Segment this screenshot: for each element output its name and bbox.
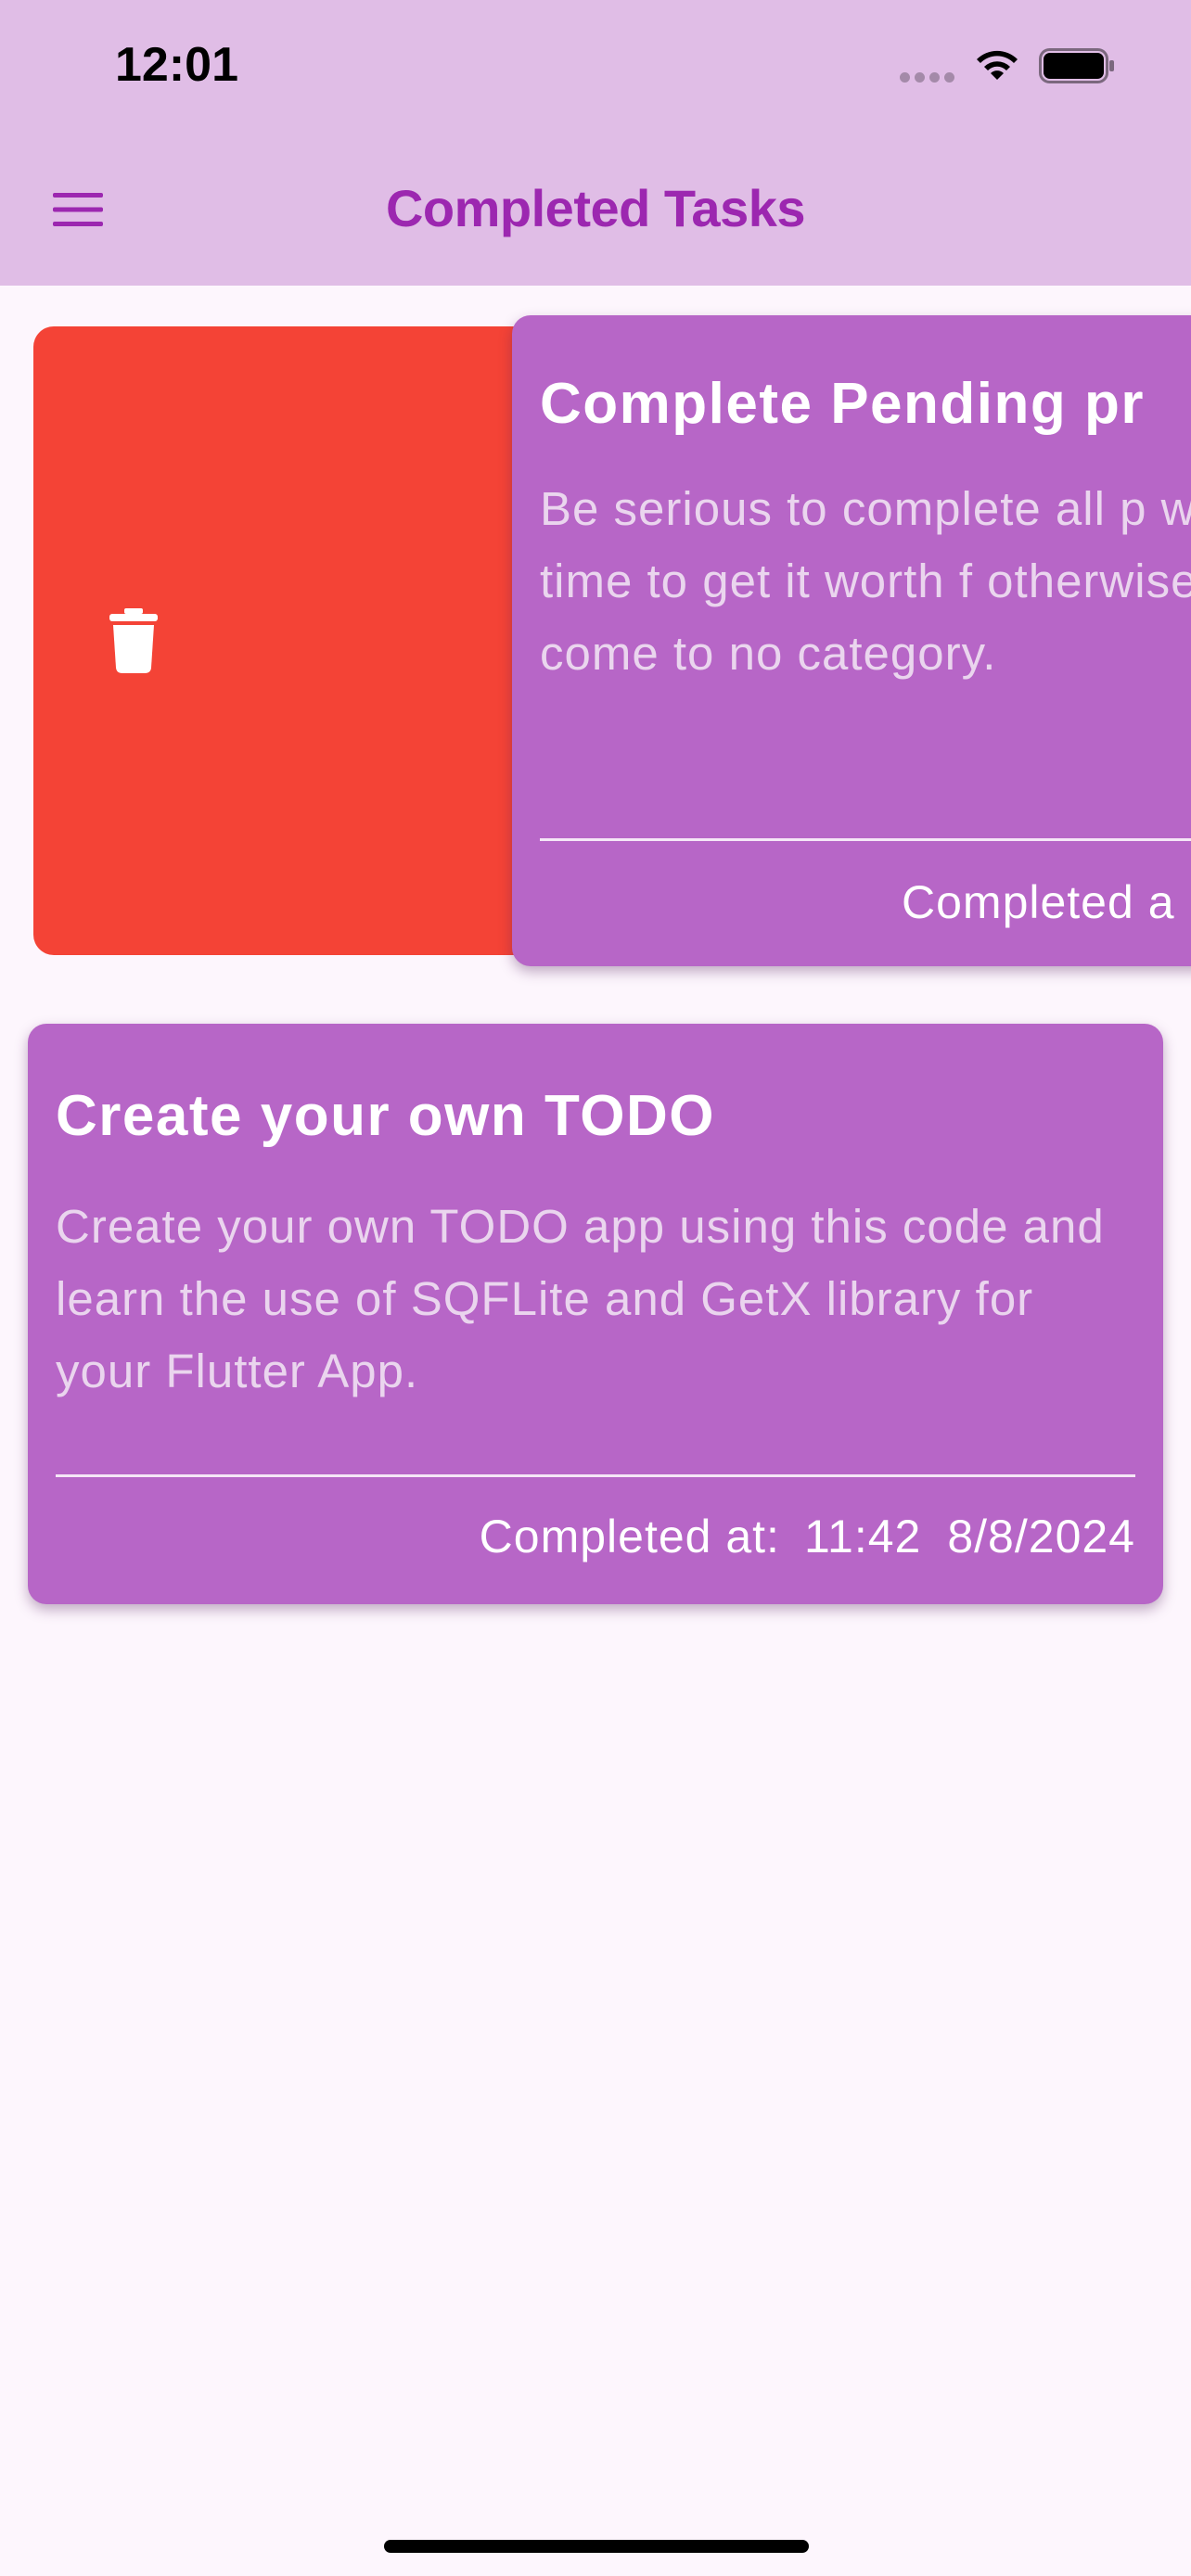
completed-date: 8/8/2024 (947, 1511, 1135, 1562)
task-title: Create your own TODO (56, 1084, 715, 1148)
completed-at-label: Completed at: (479, 1511, 780, 1562)
card-divider (540, 838, 1191, 841)
task-description: Be serious to complete all p within time… (540, 482, 1191, 680)
status-bar: 12:01 (0, 0, 1191, 139)
task-title: Complete Pending pr (540, 372, 1145, 436)
task-description: Create your own TODO app using this code… (56, 1200, 1105, 1397)
card-divider (56, 1474, 1135, 1477)
task-card[interactable]: Complete Pending pr Be serious to comple… (512, 315, 1191, 966)
wifi-icon (977, 50, 1018, 80)
home-indicator[interactable] (384, 2540, 809, 2553)
status-time: 12:01 (115, 38, 238, 92)
battery-icon (1039, 48, 1114, 83)
completed-at-row: Completed at: 11:42 8/8/2024 (480, 1510, 1135, 1563)
page-title: Completed Tasks (385, 179, 806, 237)
task-card[interactable]: Create your own TODO Create your own TOD… (28, 1024, 1163, 1604)
trash-icon[interactable] (108, 608, 160, 673)
completed-time: 11:42 (803, 1511, 922, 1562)
cellular-signal-icon (900, 72, 954, 83)
completed-at-label: Completed a (902, 876, 1175, 928)
